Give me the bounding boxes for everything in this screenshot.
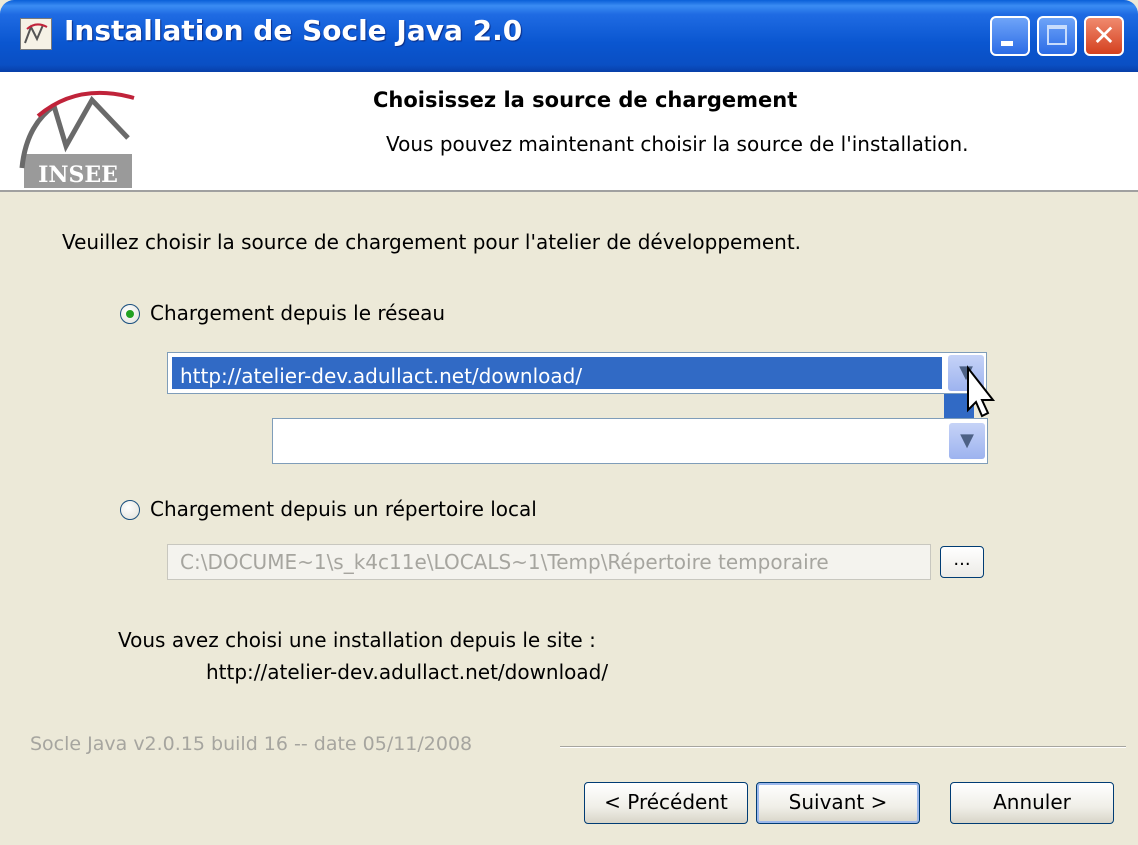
mouse-cursor-icon <box>946 358 996 428</box>
svg-text:INSEE: INSEE <box>38 162 118 188</box>
window-title: Installation de Socle Java 2.0 <box>64 14 523 47</box>
browse-button[interactable]: ... <box>940 546 984 578</box>
title-bar[interactable]: Installation de Socle Java 2.0 ✕ <box>0 0 1138 72</box>
separator-line <box>560 746 1126 748</box>
local-path-input[interactable]: C:\DOCUME~1\s_k4c11e\LOCALS~1\Temp\Réper… <box>167 544 931 580</box>
next-button[interactable]: Suivant > <box>756 782 920 824</box>
close-button[interactable]: ✕ <box>1084 16 1124 56</box>
maximize-button[interactable] <box>1037 16 1077 56</box>
radio-network[interactable] <box>120 304 140 324</box>
dropdown-scroll-button[interactable]: ▼ <box>949 423 985 459</box>
app-icon <box>20 18 52 50</box>
header-title: Choisissez la source de chargement <box>373 88 798 112</box>
installer-window: Installation de Socle Java 2.0 ✕ INSEE C… <box>0 0 1138 845</box>
info-line-1: Vous avez choisi une installation depuis… <box>118 628 596 652</box>
previous-button[interactable]: < Précédent <box>584 782 748 824</box>
minimize-icon <box>1001 41 1013 46</box>
combo-value: http://atelier-dev.adullact.net/download… <box>180 364 583 388</box>
combo-selection: http://atelier-dev.adullact.net/download… <box>172 357 942 389</box>
dropdown-list[interactable]: ▼ <box>272 418 988 464</box>
insee-logo: INSEE <box>18 76 138 188</box>
close-icon: ✕ <box>1092 19 1116 52</box>
radio-network-label[interactable]: Chargement depuis le réseau <box>150 301 445 325</box>
radio-local[interactable] <box>120 500 140 520</box>
local-path-value: C:\DOCUME~1\s_k4c11e\LOCALS~1\Temp\Réper… <box>180 550 829 574</box>
chevron-down-icon: ▼ <box>960 430 974 451</box>
network-url-combobox[interactable]: http://atelier-dev.adullact.net/download… <box>167 352 987 394</box>
cancel-button[interactable]: Annuler <box>950 782 1114 824</box>
radio-local-label[interactable]: Chargement depuis un répertoire local <box>150 497 537 521</box>
wizard-header: INSEE Choisissez la source de chargement… <box>0 72 1138 192</box>
radio-selected-dot <box>126 310 134 318</box>
version-label: Socle Java v2.0.15 build 16 -- date 05/1… <box>30 733 473 755</box>
intro-text: Veuillez choisir la source de chargement… <box>62 230 802 254</box>
minimize-button[interactable] <box>990 16 1030 56</box>
info-line-2: http://atelier-dev.adullact.net/download… <box>206 660 609 684</box>
maximize-icon <box>1047 25 1067 45</box>
header-subtitle: Vous pouvez maintenant choisir la source… <box>386 132 969 156</box>
